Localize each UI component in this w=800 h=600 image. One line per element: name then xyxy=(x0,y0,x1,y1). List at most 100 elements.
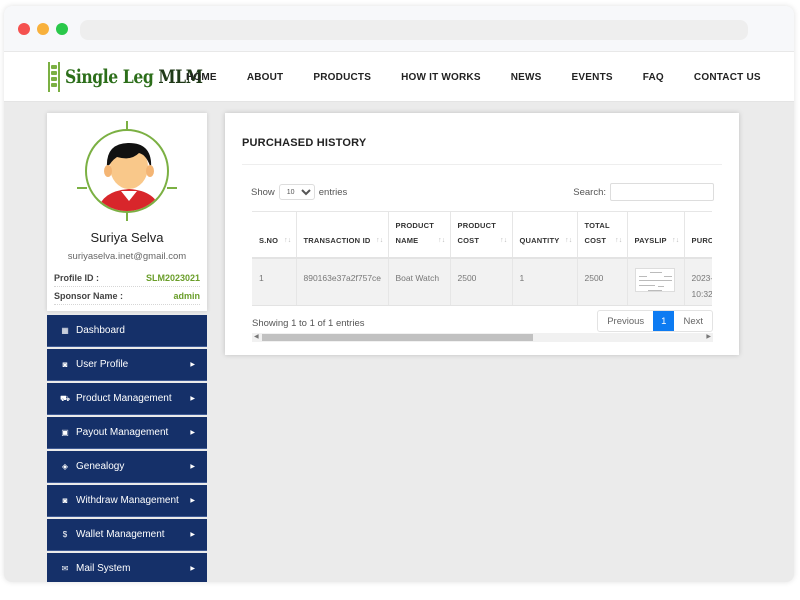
purchase-time: 10:32 xyxy=(691,288,713,299)
nav-events[interactable]: EVENTS xyxy=(572,72,613,83)
sidebar-menu: ▦ Dashboard ◙ User Profile ▶ ⛟ Product M… xyxy=(47,315,207,582)
column-label: PRODUCT NAME xyxy=(395,220,434,245)
scroll-left-icon[interactable]: ◀ xyxy=(254,333,259,342)
profile-name: Suriya Selva xyxy=(90,230,164,245)
address-bar[interactable] xyxy=(80,20,748,40)
logo-icon xyxy=(48,62,60,92)
sidebar-item-genealogy[interactable]: ◈ Genealogy ▶ xyxy=(47,451,207,483)
main-nav: HOME ABOUT PRODUCTS HOW IT WORKS NEWS EV… xyxy=(186,52,791,102)
sort-icon: ↑↓ xyxy=(500,236,508,244)
table-search: Search: xyxy=(573,183,714,201)
column-header-total-cost[interactable]: TOTAL COST ↑↓ xyxy=(577,211,628,259)
minimize-window-button[interactable] xyxy=(37,23,49,35)
close-window-button[interactable] xyxy=(18,23,30,35)
sidebar-item-product-management[interactable]: ⛟ Product Management ▶ xyxy=(47,383,207,415)
column-header-purchase-date[interactable]: PURCHASE DATE xyxy=(684,211,713,259)
caret-right-icon: ▶ xyxy=(190,396,195,402)
purchase-history-table: S.NO ↑↓ TRANSACTION ID ↑↓ PRODUCT NAME ↑↓ P… xyxy=(252,211,712,306)
browser-chrome xyxy=(4,6,794,52)
sidebar-item-label: Dashboard xyxy=(76,325,125,336)
scroll-right-icon[interactable]: ▶ xyxy=(706,333,711,342)
entries-select[interactable]: 10 xyxy=(278,184,315,200)
sidebar-item-label: Genealogy xyxy=(76,461,125,472)
sidebar-item-dashboard[interactable]: ▦ Dashboard xyxy=(47,315,207,347)
sort-icon: ↑↓ xyxy=(565,236,573,244)
layers-icon: ◈ xyxy=(61,462,69,471)
dashboard-icon: ▦ xyxy=(61,326,69,335)
sidebar-item-label: Mail System xyxy=(76,563,131,574)
scrollbar-thumb[interactable] xyxy=(262,334,533,341)
avatar-image xyxy=(85,129,169,213)
money-icon: ▣ xyxy=(61,428,69,437)
sidebar-item-wallet-management[interactable]: $ Wallet Management ▶ xyxy=(47,519,207,551)
column-label: PAYSLIP xyxy=(634,235,667,245)
profile-email: suriyaselva.inet@gmail.com xyxy=(67,251,187,262)
column-label: TRANSACTION ID xyxy=(303,235,371,245)
divider xyxy=(242,164,722,165)
column-header-quantity[interactable]: QUANTITY ↑↓ xyxy=(512,211,578,259)
payslip-thumbnail[interactable] xyxy=(634,267,675,292)
cell-total-cost: 2500 xyxy=(577,257,628,306)
envelope-icon: ✉ xyxy=(61,564,69,573)
caret-right-icon: ▶ xyxy=(190,532,195,538)
search-input[interactable] xyxy=(610,183,714,201)
column-header-payslip[interactable]: PAYSLIP ↑↓ xyxy=(627,211,685,259)
table-row: 1 890163e37a2f757ce Boat Watch 2500 1 25… xyxy=(252,257,713,306)
profile-id-value: SLM2023021 xyxy=(145,273,200,283)
sidebar-item-withdraw-management[interactable]: ◙ Withdraw Management ▶ xyxy=(47,485,207,517)
column-header-transaction-id[interactable]: TRANSACTION ID ↑↓ xyxy=(296,211,389,259)
nav-home[interactable]: HOME xyxy=(186,72,217,83)
cell-sno: 1 xyxy=(252,257,297,306)
pagination-next[interactable]: Next xyxy=(674,311,712,331)
cell-transaction-id: 890163e37a2f757ce xyxy=(296,257,389,306)
user-profile-icon: ◙ xyxy=(62,360,68,369)
horizontal-scrollbar[interactable]: ◀ ▶ xyxy=(252,333,713,342)
column-label: TOTAL COST xyxy=(584,220,610,245)
sidebar-item-payout-management[interactable]: ▣ Payout Management ▶ xyxy=(47,417,207,449)
column-header-product-cost[interactable]: PRODUCT COST ↑↓ xyxy=(450,211,513,259)
search-label: Search: xyxy=(573,186,606,198)
sidebar-item-label: Product Management xyxy=(76,393,172,404)
sponsor-row: Sponsor Name : admin xyxy=(54,288,200,305)
sidebar-item-user-profile[interactable]: ◙ User Profile ▶ xyxy=(47,349,207,381)
sort-icon: ↑↓ xyxy=(615,236,623,244)
cell-quantity: 1 xyxy=(512,257,578,306)
pagination-previous[interactable]: Previous xyxy=(598,311,653,331)
maximize-window-button[interactable] xyxy=(56,23,68,35)
nav-news[interactable]: NEWS xyxy=(511,72,542,83)
site-header: Single Leg MLM HOME ABOUT PRODUCTS HOW I… xyxy=(4,52,794,102)
sidebar-item-label: User Profile xyxy=(76,359,129,370)
sort-icon: ↑↓ xyxy=(376,236,384,244)
cell-payslip xyxy=(627,257,685,306)
profile-card: Suriya Selva suriyaselva.inet@gmail.com … xyxy=(47,113,207,311)
nav-how-it-works[interactable]: HOW IT WORKS xyxy=(401,72,481,83)
sidebar-item-label: Wallet Management xyxy=(76,529,165,540)
cell-purchase-date: 2023- 10:32 xyxy=(684,257,713,306)
purchase-date: 2023- xyxy=(691,272,713,283)
browser-window: Single Leg MLM HOME ABOUT PRODUCTS HOW I… xyxy=(4,6,794,582)
cell-product-cost: 2500 xyxy=(450,257,513,306)
purchased-history-panel: PURCHASED HISTORY Show 10 entries Search… xyxy=(225,113,739,355)
sidebar-item-mail-system[interactable]: ✉ Mail System ▶ xyxy=(47,553,207,582)
profile-id-label: Profile ID : xyxy=(54,273,100,283)
logo-text: Single Leg MLM xyxy=(65,66,203,88)
sort-icon: ↑↓ xyxy=(284,236,292,244)
cell-product-name: Boat Watch xyxy=(388,257,451,306)
page-title: PURCHASED HISTORY xyxy=(242,137,367,149)
table-scroll-container: S.NO ↑↓ TRANSACTION ID ↑↓ PRODUCT NAME ↑↓ P… xyxy=(252,211,712,306)
sort-icon: ↑↓ xyxy=(438,236,446,244)
nav-contact-us[interactable]: CONTACT US xyxy=(694,72,761,83)
sidebar-item-label: Withdraw Management xyxy=(76,495,179,506)
dollar-icon: $ xyxy=(62,530,68,539)
column-label: PURCHASE DATE xyxy=(691,235,713,245)
nav-products[interactable]: PRODUCTS xyxy=(313,72,371,83)
pagination-page-1[interactable]: 1 xyxy=(653,311,675,331)
entries-label: entries xyxy=(318,186,348,198)
nav-about[interactable]: ABOUT xyxy=(247,72,284,83)
show-label: Show xyxy=(251,186,275,198)
logo-text-main: Single Leg xyxy=(65,66,154,88)
nav-faq[interactable]: FAQ xyxy=(643,72,664,83)
column-header-product-name[interactable]: PRODUCT NAME ↑↓ xyxy=(388,211,451,259)
column-header-sno[interactable]: S.NO ↑↓ xyxy=(252,211,297,259)
cart-icon: ⛟ xyxy=(60,393,71,403)
